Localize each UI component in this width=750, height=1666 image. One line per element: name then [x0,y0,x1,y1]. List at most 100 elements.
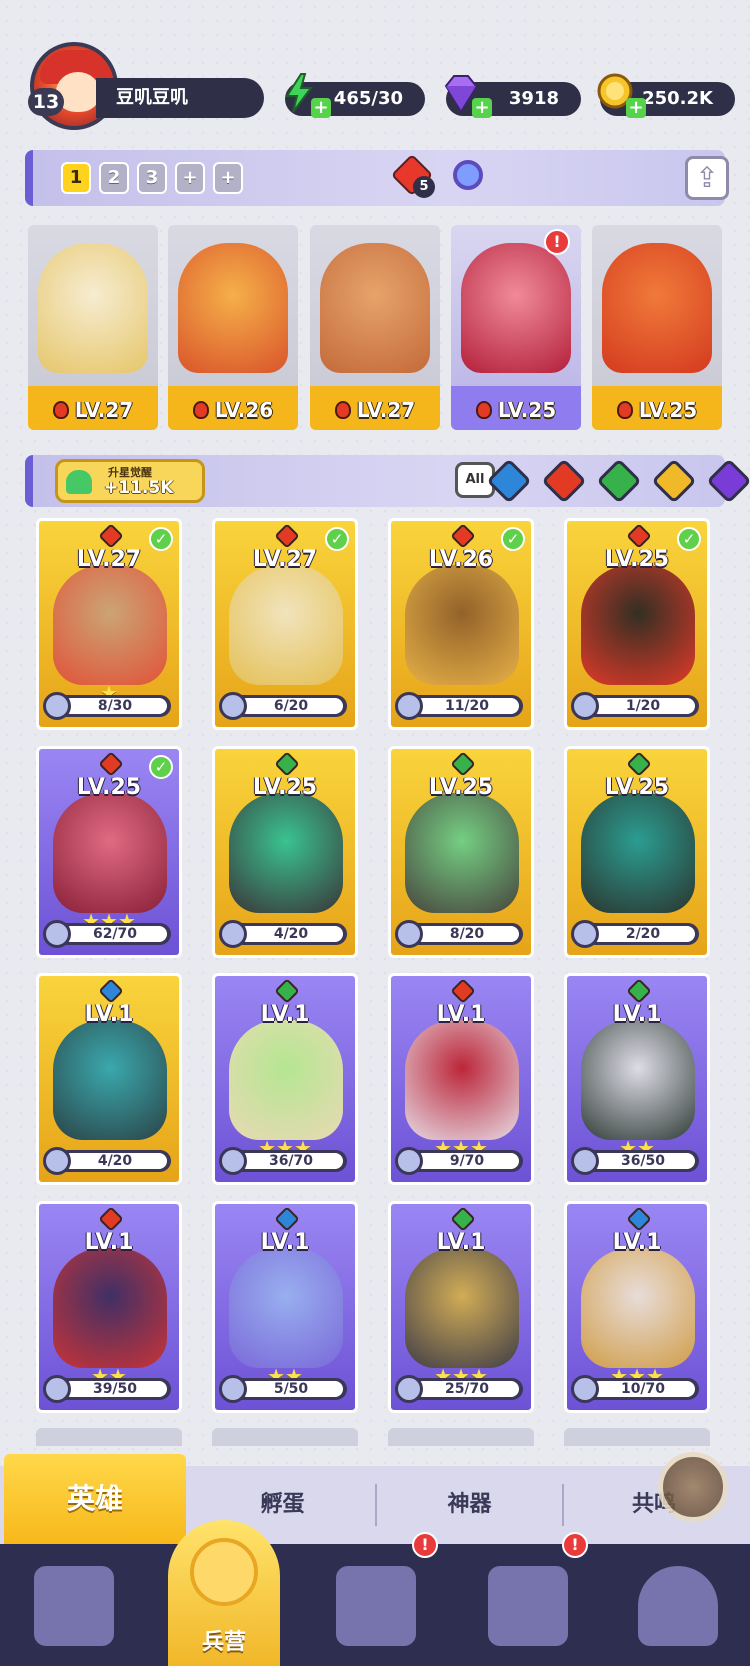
hero-card[interactable]: LV.1 4/20 [36,973,182,1185]
gold-value: 250.2K [642,88,713,109]
team-hero-card[interactable]: LV.26 [168,225,298,430]
shard-icon [395,692,423,720]
add-gold-icon[interactable]: + [626,98,646,118]
awaken-bonus-button[interactable]: 升星觉醒 +11.5K [55,459,205,503]
team-slot-3[interactable]: 3 [137,162,167,194]
check-icon: ✓ [149,527,173,551]
hero-card[interactable]: LV.25 ✓ 1/20 [564,518,710,730]
shard-progress-value: 36/70 [239,1153,343,1169]
nav-shrine-icon[interactable] [488,1566,568,1646]
team-hero-card[interactable]: LV.27 [28,225,158,430]
shard-progress-value: 1/20 [591,698,695,714]
tab-artifact[interactable]: 神器 [377,1466,562,1544]
awaken-value: +11.5K [104,478,174,498]
fire-element-icon [616,401,633,419]
hero-card[interactable]: LV.1 ★★★ 36/70 [212,973,358,1185]
hero-card-partial[interactable] [388,1428,534,1446]
hero-portrait [320,243,430,373]
fire-element-icon [192,401,209,419]
fire-element-icon [98,751,124,777]
nav-barracks[interactable]: 兵营 [168,1520,280,1666]
water-element-icon [626,1206,652,1232]
share-button[interactable]: ⇪ [685,156,729,200]
filter-fire-icon[interactable] [541,458,587,504]
wind-element-icon [626,751,652,777]
hero-level: LV.1 [260,1230,310,1255]
hero-portrait [581,565,695,685]
shard-icon [219,692,247,720]
hero-card[interactable]: LV.1 ★★★ 10/70 [564,1201,710,1413]
shard-progress: 25/70 [395,1375,523,1403]
shard-progress-value: 5/50 [239,1381,343,1397]
hero-portrait [53,565,167,685]
shard-progress-value: 11/20 [415,698,519,714]
hero-card[interactable]: LV.27 ✓ ★ 8/30 [36,518,182,730]
hero-level: LV.25 [428,775,494,800]
fire-element-icon [626,523,652,549]
hero-level: LV.1 [436,1230,486,1255]
shard-icon [395,1375,423,1403]
shard-icon [571,1375,599,1403]
shard-progress: 8/20 [395,920,523,948]
search-icon[interactable] [453,160,483,190]
shard-progress-value: 4/20 [239,926,343,942]
team-slot-1[interactable]: 1 [61,162,91,194]
team-slot-2[interactable]: 2 [99,162,129,194]
hero-card[interactable]: LV.1 ★★ 5/50 [212,1201,358,1413]
hero-card[interactable]: LV.26 ✓ 11/20 [388,518,534,730]
shard-progress-value: 6/20 [239,698,343,714]
energy-value: 465/30 [333,88,403,109]
filter-wind-icon[interactable] [596,458,642,504]
hero-card[interactable]: LV.1 ★★ 39/50 [36,1201,182,1413]
hero-card[interactable]: LV.1 ★★★ 9/70 [388,973,534,1185]
team-hero-card[interactable]: LV.25 [592,225,722,430]
team-hero-card[interactable]: LV.27 [310,225,440,430]
hero-card-partial[interactable] [564,1428,710,1446]
shard-progress: 6/20 [219,692,347,720]
hero-card-partial[interactable] [36,1428,182,1446]
hero-card[interactable]: LV.1 ★★ 36/50 [564,973,710,1185]
nav-cards-icon[interactable] [34,1566,114,1646]
floating-action-button[interactable] [658,1452,728,1522]
check-icon: ✓ [149,755,173,779]
shard-progress: 11/20 [395,692,523,720]
hero-card[interactable]: LV.25 ✓ ★★★ 62/70 [36,746,182,958]
nav-guild-icon[interactable] [638,1566,718,1646]
hero-card[interactable]: LV.25 8/20 [388,746,534,958]
diamond-counter[interactable]: + 3918 [444,75,581,118]
bottom-nav-bar: ! ! [0,1532,750,1666]
add-team-slot-button[interactable]: + [175,162,205,194]
add-diamond-icon[interactable]: + [472,98,492,118]
hero-card[interactable]: LV.25 2/20 [564,746,710,958]
shard-progress-value: 36/50 [591,1153,695,1169]
hero-card-partial[interactable] [212,1428,358,1446]
hero-level: LV.1 [612,1002,662,1027]
hero-card[interactable]: LV.25 4/20 [212,746,358,958]
hero-alert-badge: ! [544,229,570,255]
shard-progress-value: 8/20 [415,926,519,942]
nav-map-icon[interactable] [336,1566,416,1646]
fire-element-icon [274,523,300,549]
hero-card[interactable]: LV.1 ★★★ 25/70 [388,1201,534,1413]
hero-portrait [405,1248,519,1368]
add-energy-icon[interactable]: + [311,98,331,118]
hero-filter-bar: 升星觉醒 +11.5K All [25,455,750,507]
wind-element-icon [450,1206,476,1232]
filter-light-icon[interactable] [651,458,697,504]
team-hero-card[interactable]: LV.25! [451,225,581,430]
fire-element-icon [98,1206,124,1232]
shard-progress: 39/50 [43,1375,171,1403]
nav-barracks-label: 兵营 [201,1630,246,1655]
water-element-icon [274,1206,300,1232]
shard-progress: 1/20 [571,692,699,720]
energy-counter[interactable]: + 465/30 [285,73,425,118]
add-team-slot-button-2[interactable]: + [213,162,243,194]
fire-element-icon [450,978,476,1004]
hero-card[interactable]: LV.27 ✓ 6/20 [212,518,358,730]
shard-icon [43,1147,71,1175]
hero-portrait [405,565,519,685]
tab-heroes[interactable]: 英雄 [4,1454,186,1544]
shard-progress-value: 62/70 [63,926,167,942]
gold-counter[interactable]: + 250.2K [597,73,735,118]
hero-portrait [461,243,571,373]
